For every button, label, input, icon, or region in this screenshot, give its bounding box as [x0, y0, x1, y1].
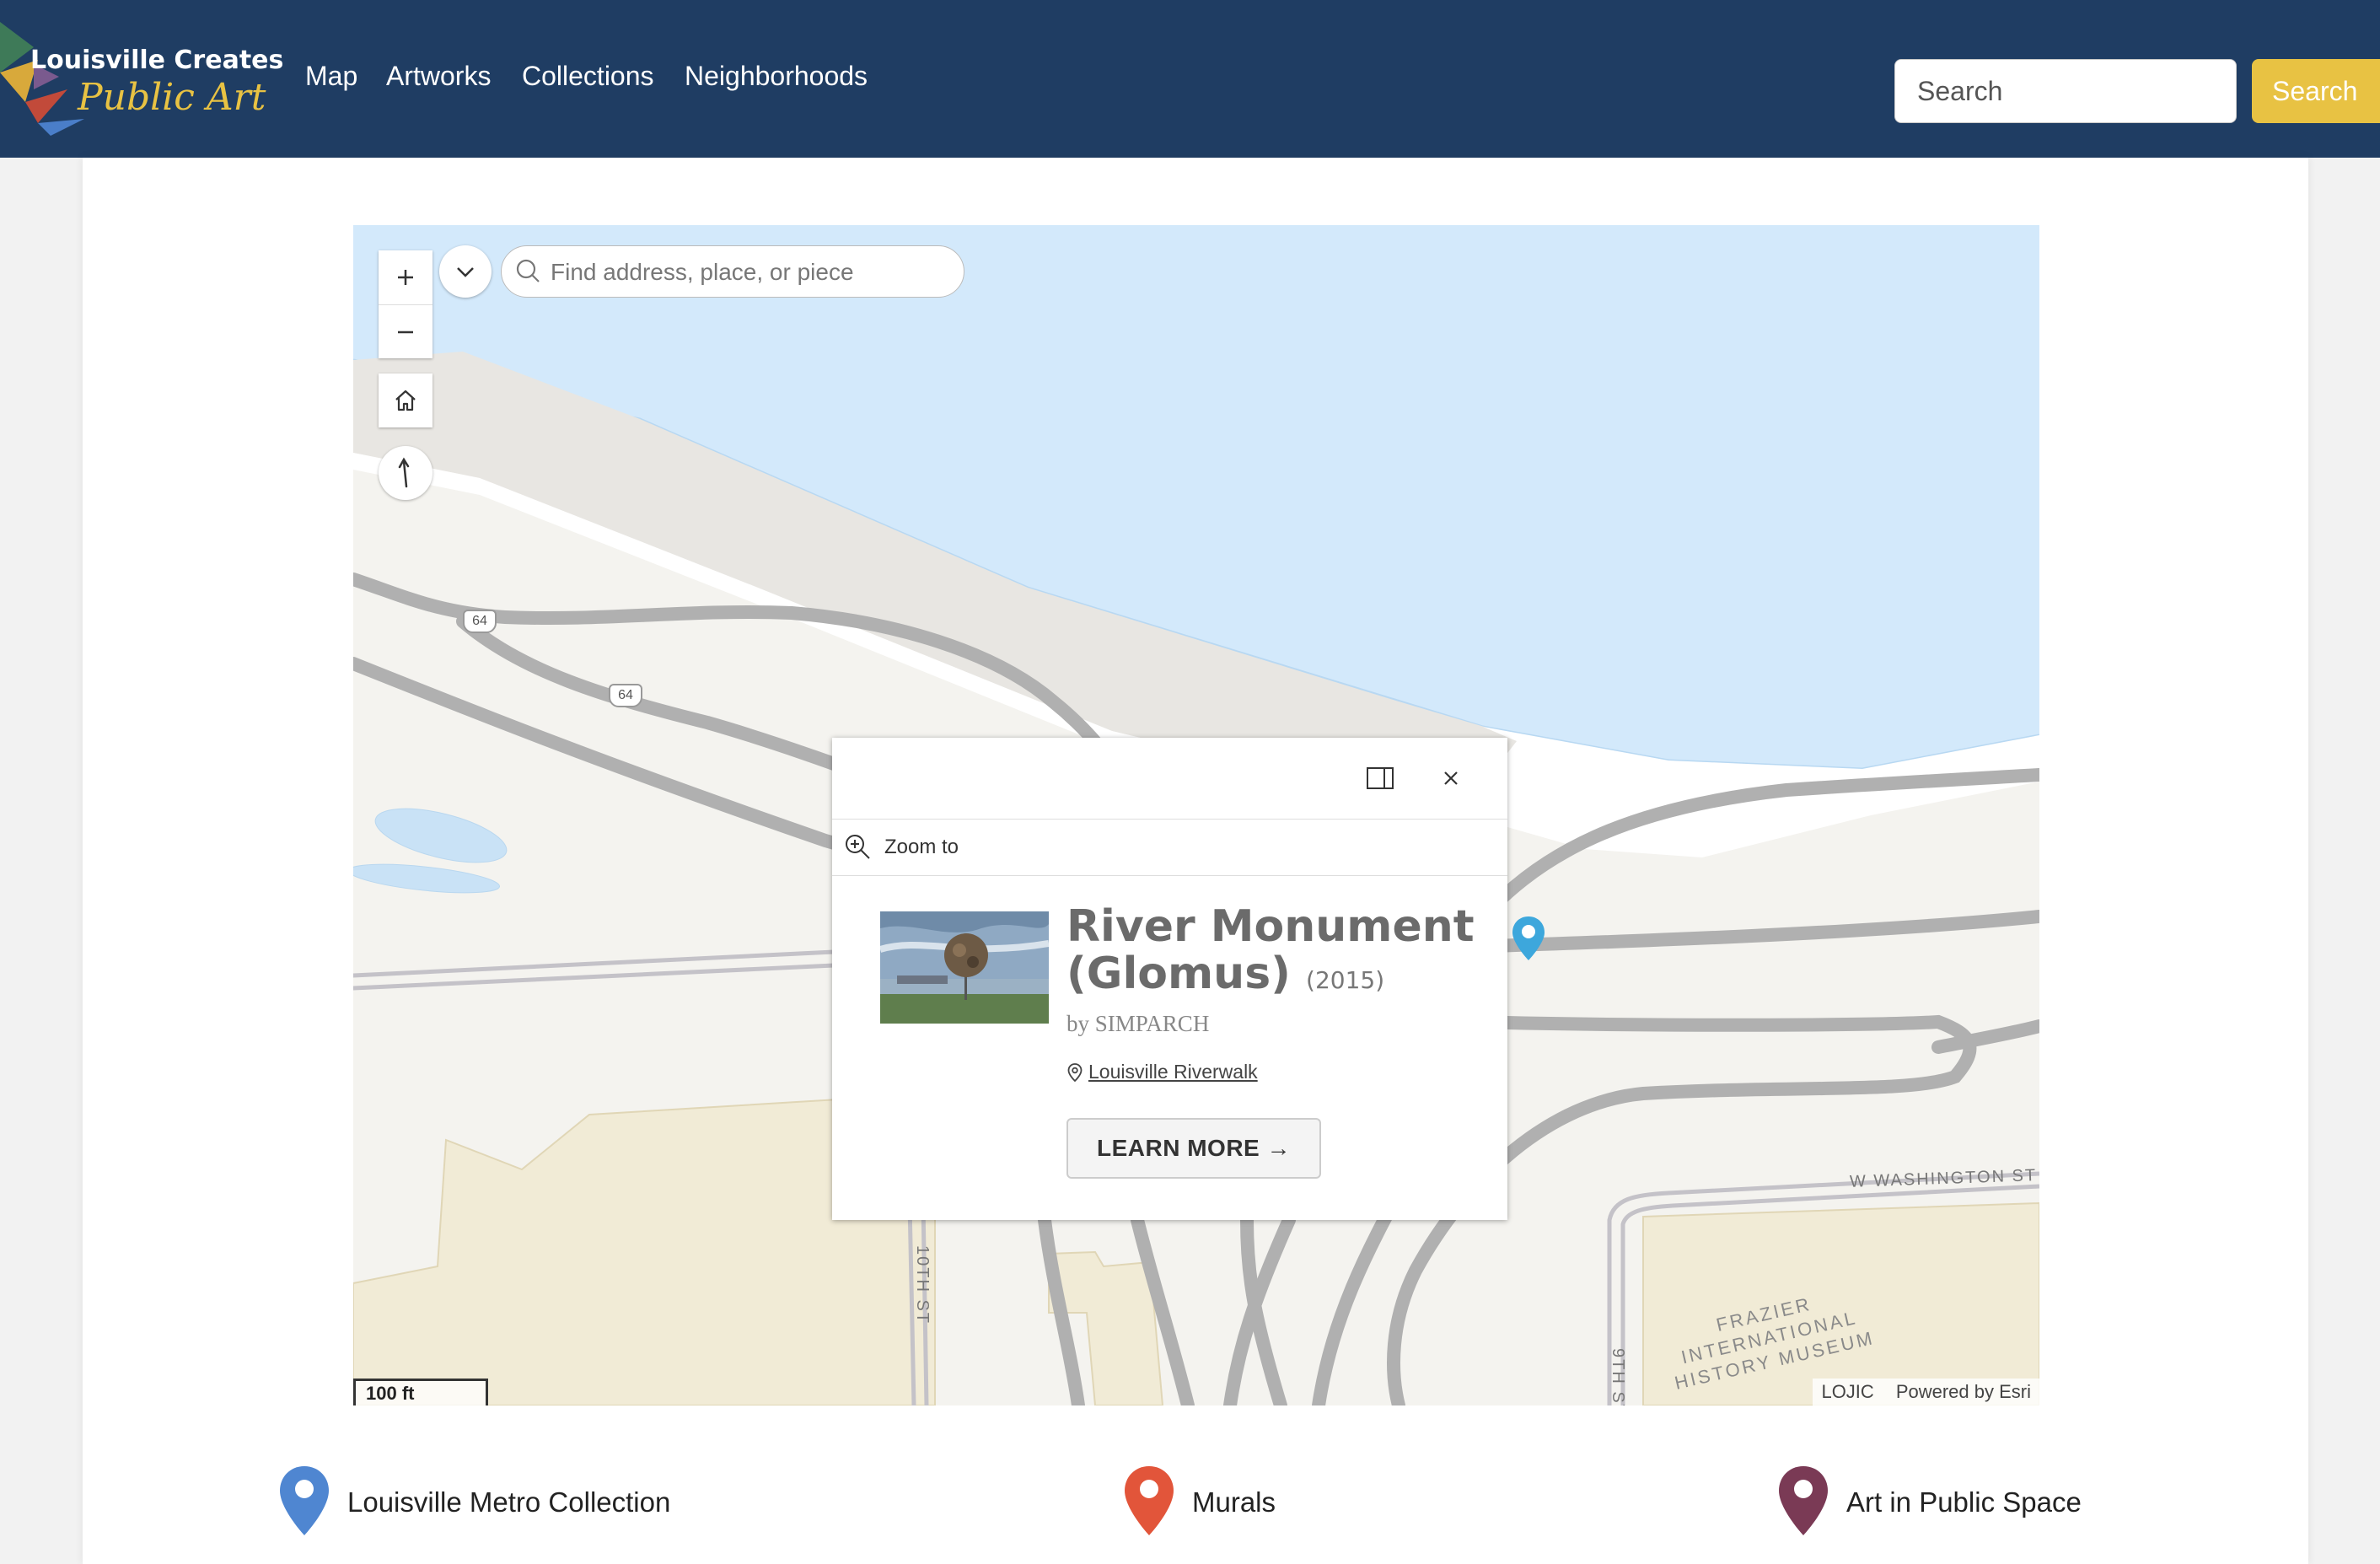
zoom-in-magnifier-icon	[846, 835, 870, 859]
selected-artwork-marker[interactable]	[1510, 915, 1547, 966]
close-icon	[1444, 771, 1458, 785]
artwork-title-text: River Monument (Glomus)	[1066, 901, 1475, 999]
nav-link-neighborhoods[interactable]: Neighborhoods	[685, 61, 868, 92]
compass-button[interactable]	[379, 446, 432, 500]
road-east-2	[1485, 910, 2039, 953]
zoom-to-label: Zoom to	[884, 836, 959, 858]
legend-label: Art in Public Space	[1846, 1486, 2082, 1518]
site-search-button[interactable]: Search	[2252, 59, 2380, 123]
close-popup-button[interactable]	[1436, 763, 1466, 793]
road-label-10th: 10TH ST	[913, 1245, 932, 1325]
map-pin-icon	[1125, 1466, 1174, 1535]
map-view[interactable]: 64 64 W WASHINGTON ST 10TH ST 9TH ST FRA…	[353, 225, 2039, 1405]
artwork-thumbnail[interactable]	[880, 911, 1049, 1024]
map-search-input[interactable]	[549, 246, 957, 298]
logo-subtitle: Public Art	[78, 76, 266, 119]
street-west-a	[353, 949, 835, 978]
legend-label: Louisville Metro Collection	[347, 1486, 671, 1518]
location-pin-icon	[1067, 1062, 1083, 1082]
nav-link-artworks[interactable]: Artworks	[386, 61, 491, 92]
nav-link-map[interactable]: Map	[305, 61, 357, 92]
chevron-down-icon	[457, 267, 474, 277]
minus-icon	[398, 331, 413, 334]
attribution-lojic[interactable]: LOJIC	[1821, 1381, 1873, 1403]
logo-title: Louisville Creates	[30, 46, 284, 75]
road-label-9th: 9TH ST	[1609, 1348, 1627, 1405]
site-logo[interactable]: Louisville Creates Public Art	[0, 13, 283, 140]
dock-icon	[1367, 767, 1394, 789]
artwork-artist: by SIMPARCH	[1066, 1011, 1210, 1036]
compass-arrow-icon	[398, 457, 410, 488]
highway-shield: 64	[463, 610, 497, 633]
artwork-photo-image	[880, 911, 1049, 1024]
map-pin-icon	[1779, 1466, 1828, 1535]
search-icon	[516, 259, 540, 282]
artwork-year: (2015)	[1306, 966, 1385, 994]
home-button[interactable]	[379, 374, 432, 427]
attribution-esri[interactable]: Powered by Esri	[1896, 1381, 2031, 1403]
popup-actions: Zoom to	[832, 820, 1507, 876]
artwork-title: River Monument (Glomus) (2015)	[1066, 903, 1488, 1004]
popup-header	[832, 738, 1507, 820]
home-control	[379, 374, 432, 427]
nav-link-collections[interactable]: Collections	[522, 61, 654, 92]
zoom-in-button[interactable]	[379, 250, 432, 304]
dock-popup-button[interactable]	[1365, 763, 1395, 793]
map-search-expand-button[interactable]	[439, 245, 492, 298]
zoom-controls	[379, 250, 432, 358]
artwork-location-link[interactable]: Louisville Riverwalk	[1088, 1061, 1258, 1083]
pond-1	[374, 808, 508, 863]
map-pin-icon	[280, 1466, 329, 1535]
highway-shield: 64	[609, 684, 642, 707]
top-navbar: Louisville Creates Public Art Map Artwor…	[0, 0, 2380, 158]
zoom-out-button[interactable]	[379, 304, 432, 359]
street-west-b	[353, 963, 835, 991]
artwork-popup: Zoom to River Monument (Glomus) (2015) b…	[832, 738, 1507, 1220]
scale-bar: 100 ft	[353, 1379, 488, 1405]
home-icon	[395, 390, 416, 411]
map-search-box	[501, 245, 964, 298]
legend-label: Murals	[1192, 1486, 1276, 1518]
artwork-location: Louisville Riverwalk	[1066, 1061, 1258, 1083]
pond-2	[353, 863, 501, 894]
map-pin-icon	[1512, 916, 1545, 960]
plus-icon	[398, 270, 413, 285]
scale-label: 100 ft	[366, 1383, 415, 1404]
map-attribution: LOJIC Powered by Esri	[1813, 1379, 2039, 1405]
site-search-input[interactable]	[1894, 59, 2237, 123]
learn-more-button[interactable]: LEARN MORE →	[1066, 1118, 1321, 1179]
zoom-to-action[interactable]: Zoom to	[844, 830, 959, 865]
